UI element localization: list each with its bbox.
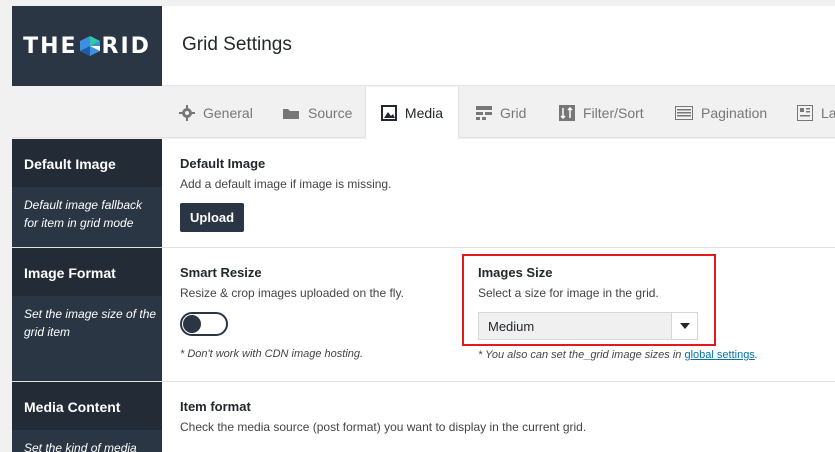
pagination-icon (675, 105, 693, 120)
images-size-selected: Medium (488, 318, 535, 334)
default-image-label: Default Image (180, 156, 266, 171)
logo-text-right: RID (101, 33, 151, 59)
header-bar: Grid Settings (162, 6, 835, 86)
images-size-content: Images Size Select a size for image in t… (478, 265, 659, 300)
media-content-side-title: Media Content (12, 382, 162, 430)
page-title: Grid Settings (182, 34, 292, 55)
gear-icon (179, 104, 195, 121)
item-format-label: Item format (180, 399, 251, 414)
logo-text-left: THE (23, 33, 78, 59)
tab-grid-label: Grid (500, 104, 527, 121)
item-format-desc: Check the media source (post format) you… (180, 420, 587, 434)
tab-pagination[interactable]: Pagination (675, 87, 767, 138)
page: THE RID Grid Settings General Source Med… (0, 0, 835, 452)
default-image-side-title: Default Image (12, 139, 162, 187)
chevron-down-icon (671, 313, 697, 339)
smart-resize-desc: Resize & crop images uploaded on the fly… (180, 286, 404, 300)
tab-bar: General Source Media Grid Filter/Sort Pa… (12, 87, 835, 139)
default-image-side-desc: Default image fallback for item in grid … (24, 198, 143, 230)
tab-grid[interactable]: Grid (476, 87, 526, 138)
smart-resize-toggle[interactable] (180, 312, 228, 336)
media-content-row: Media Content Set the kind of media Item… (12, 382, 835, 452)
tab-filter-sort[interactable]: Filter/Sort (559, 87, 644, 138)
tab-general-label: General (203, 104, 253, 121)
tab-source-label: Source (308, 104, 353, 121)
tab-general[interactable]: General (179, 87, 253, 138)
images-size-note-text: * You also can set the_grid image sizes … (478, 349, 685, 361)
media-content-content: Item format Check the media source (post… (180, 399, 586, 434)
tab-filter-sort-label: Filter/Sort (583, 104, 644, 121)
tab-media[interactable]: Media (365, 87, 459, 139)
images-size-note: * You also can set the_grid image sizes … (478, 349, 758, 361)
tab-layout-label: La (821, 104, 835, 121)
images-size-select[interactable]: Medium (478, 312, 698, 340)
toggle-knob (183, 315, 201, 333)
image-format-sidebar: Image Format Set the image size of the g… (12, 248, 162, 381)
tab-source[interactable]: Source (282, 87, 352, 138)
images-size-note-suffix: . (754, 349, 758, 361)
image-format-side-title: Image Format (12, 248, 162, 296)
layout-icon (797, 104, 813, 121)
default-image-row: Default Image Default image fallback for… (12, 139, 835, 248)
image-format-side-desc: Set the image size of the grid item (24, 307, 157, 339)
media-content-side-desc: Set the kind of media (24, 441, 137, 452)
tab-layout[interactable]: La (797, 87, 835, 138)
image-format-row: Image Format Set the image size of the g… (12, 248, 835, 382)
smart-resize-label: Smart Resize (180, 265, 262, 280)
logo-mark-icon (79, 36, 100, 56)
smart-resize-content: Smart Resize Resize & crop images upload… (180, 265, 404, 300)
default-image-content: Default Image Add a default image if ima… (180, 156, 391, 191)
smart-resize-note: * Don't work with CDN image hosting. (180, 348, 364, 360)
folder-icon (283, 108, 299, 119)
filter-sort-icon (559, 104, 575, 121)
grid-icon (476, 105, 492, 120)
tab-pagination-label: Pagination (701, 104, 768, 121)
default-image-desc: Add a default image if image is missing. (180, 177, 392, 191)
default-image-sidebar: Default Image Default image fallback for… (12, 139, 162, 247)
images-size-label: Images Size (478, 265, 553, 280)
image-icon (380, 105, 397, 121)
media-content-sidebar: Media Content Set the kind of media (12, 382, 162, 452)
global-settings-link[interactable]: global settings (684, 349, 754, 361)
tab-media-label: Media (404, 105, 444, 121)
images-size-desc: Select a size for image in the grid. (478, 286, 659, 300)
logo-text: THE RID (23, 34, 151, 59)
upload-button[interactable]: Upload (180, 203, 245, 232)
logo: THE RID (12, 6, 162, 86)
